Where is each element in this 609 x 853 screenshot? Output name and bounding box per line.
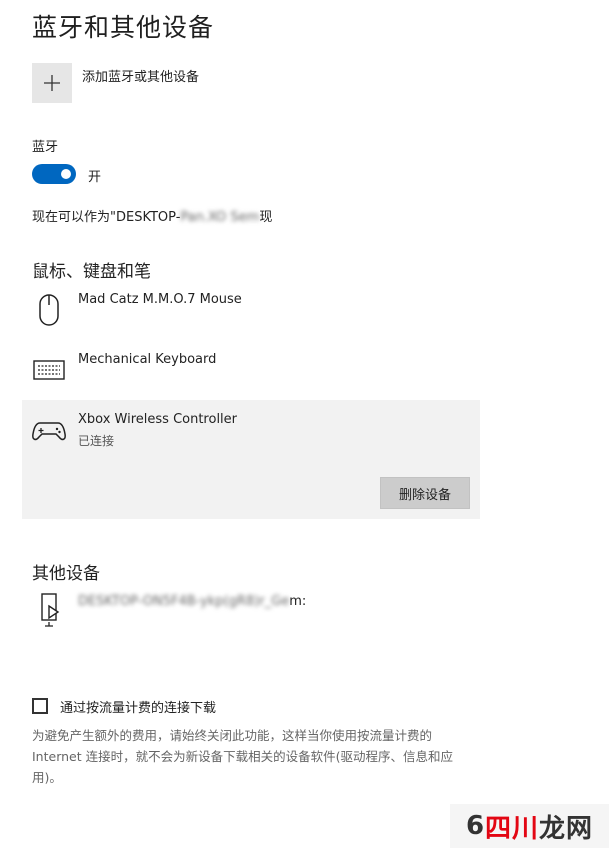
add-device-label[interactable]: 添加蓝牙或其他设备 (82, 66, 199, 85)
metered-download-label[interactable]: 通过按流量计费的连接下载 (60, 697, 216, 716)
device-name[interactable]: Mechanical Keyboard (78, 352, 216, 367)
device-status: 已连接 (78, 434, 115, 448)
watermark-logo: 6 四川 龙网 (450, 804, 609, 848)
page-title: 蓝牙和其他设备 (32, 13, 215, 42)
metered-description: 为避免产生额外的费用，请始终关闭此功能，这样当你使用按流量计费的 Interne… (32, 728, 453, 785)
watermark-prefix: 6 (465, 811, 486, 841)
section-other-devices: 其他设备 (32, 564, 100, 584)
metered-download-checkbox[interactable] (32, 698, 48, 714)
device-name[interactable]: Mad Catz M.M.O.7 Mouse (78, 292, 242, 307)
plus-icon (44, 75, 60, 91)
watermark-suffix: 龙网 (539, 813, 594, 844)
gamepad-icon (32, 413, 66, 449)
other-device-name[interactable]: DESKTOP-ON5F4B-ykp(gR8)r_Gem: (78, 594, 306, 609)
discoverable-prefix: 现在可以作为"DESKTOP- (32, 210, 181, 225)
remove-device-button[interactable]: 删除设备 (380, 477, 470, 509)
bluetooth-toggle[interactable] (32, 164, 76, 184)
bluetooth-state: 开 (88, 170, 102, 185)
watermark-middle: 四川 (485, 813, 540, 844)
add-device-button[interactable] (32, 63, 72, 103)
device-name[interactable]: Xbox Wireless Controller (78, 412, 237, 427)
bluetooth-label: 蓝牙 (32, 140, 59, 155)
redacted-device-name: Pan.XO Sem (180, 210, 260, 225)
keyboard-icon (32, 352, 66, 388)
toggle-knob (61, 169, 71, 179)
other-device-suffix: m: (289, 594, 307, 609)
mouse-icon (32, 292, 66, 328)
redacted-device-name: DESKTOP-ON5F4B-ykp(gR8)r_Ge (78, 594, 290, 609)
discoverable-suffix: 现 (259, 210, 273, 225)
section-mouse-keyboard-pen: 鼠标、键盘和笔 (32, 262, 151, 282)
phone-media-icon (32, 592, 66, 628)
discoverable-text: 现在可以作为"DESKTOP-Pan.XO Sem现 (32, 206, 272, 225)
